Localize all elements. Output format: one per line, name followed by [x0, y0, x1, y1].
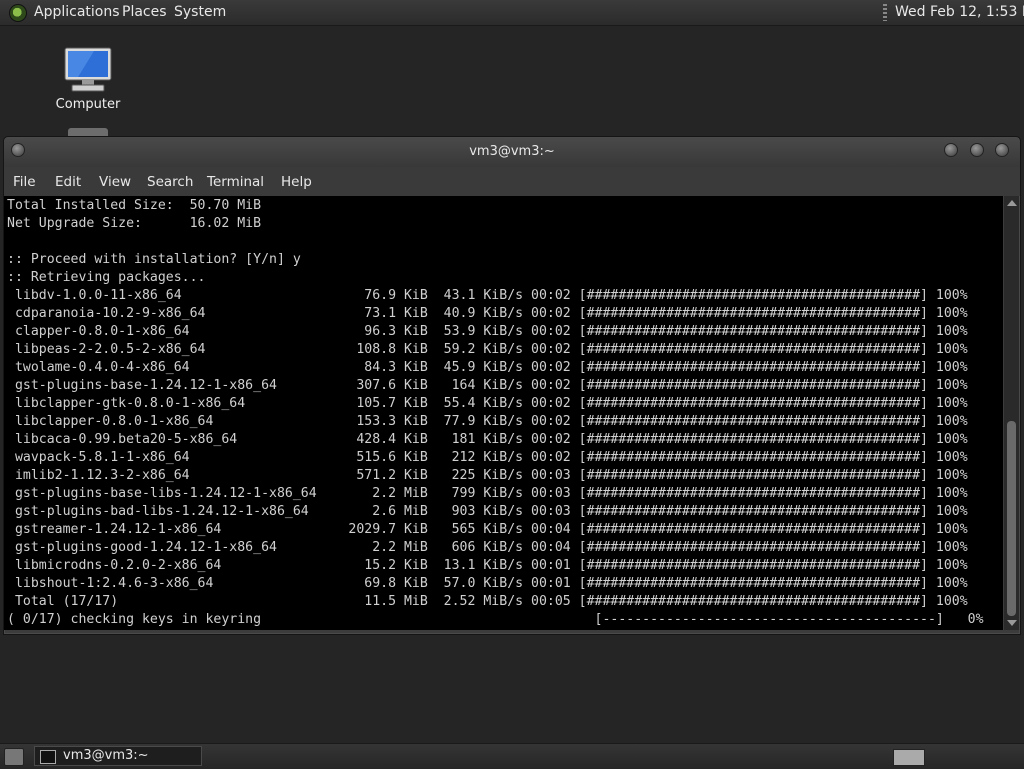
terminal-line: Total (17/17) 11.5 MiB 2.52 MiB/s 00:05 … [7, 594, 968, 609]
menu-terminal[interactable]: Terminal [207, 174, 264, 190]
terminal-line: ( 0/17) checking keys in keyring [------… [7, 612, 984, 627]
terminal-icon [40, 750, 56, 764]
terminal-line: gst-plugins-base-libs-1.24.12-1-x86_64 2… [7, 486, 968, 501]
terminal-line: libclapper-0.8.0-1-x86_64 153.3 KiB 77.9… [7, 414, 968, 429]
computer-icon[interactable] [64, 46, 112, 94]
terminal-window: vm3@vm3:~ File Edit View Search Terminal… [3, 136, 1021, 635]
terminal-screen[interactable]: Total Installed Size: 50.70 MiB Net Upgr… [4, 196, 1003, 630]
terminal-line: libclapper-gtk-0.8.0-1-x86_64 105.7 KiB … [7, 396, 968, 411]
distro-logo-icon[interactable] [9, 4, 27, 22]
terminal-line: gst-plugins-good-1.24.12-1-x86_64 2.2 Mi… [7, 540, 968, 555]
menu-edit[interactable]: Edit [55, 174, 81, 190]
scroll-down-arrow-icon[interactable] [1007, 620, 1017, 626]
terminal-line: libpeas-2-2.0.5-2-x86_64 108.8 KiB 59.2 … [7, 342, 968, 357]
taskbar-button-label: vm3@vm3:~ [63, 748, 149, 763]
terminal-line: wavpack-5.8.1-1-x86_64 515.6 KiB 212 KiB… [7, 450, 968, 465]
terminal-line: gst-plugins-bad-libs-1.24.12-1-x86_64 2.… [7, 504, 968, 519]
menu-help[interactable]: Help [281, 174, 312, 190]
top-panel: Applications Places System Wed Feb 12, 1… [0, 0, 1024, 26]
menu-file[interactable]: File [13, 174, 36, 190]
maximize-button[interactable] [970, 143, 984, 157]
terminal-scrollbar[interactable] [1004, 196, 1019, 630]
applications-menu[interactable]: Applications [34, 4, 120, 20]
terminal-line: gstreamer-1.24.12-1-x86_64 2029.7 KiB 56… [7, 522, 968, 537]
terminal-menubar: File Edit View Search Terminal Help [4, 167, 1020, 196]
scroll-up-arrow-icon[interactable] [1007, 200, 1017, 206]
bottom-panel: vm3@vm3:~ [0, 743, 1024, 769]
menu-search[interactable]: Search [147, 174, 193, 190]
terminal-line: cdparanoia-10.2-9-x86_64 73.1 KiB 40.9 K… [7, 306, 968, 321]
terminal-line: gst-plugins-base-1.24.12-1-x86_64 307.6 … [7, 378, 968, 393]
window-title: vm3@vm3:~ [469, 144, 555, 159]
show-desktop-icon[interactable] [4, 748, 24, 766]
terminal-line: :: Retrieving packages... [7, 270, 206, 285]
minimize-button[interactable] [944, 143, 958, 157]
clock[interactable]: Wed Feb 12, 1:53 PM [895, 4, 1024, 20]
workspace-switcher[interactable] [893, 749, 925, 766]
system-menu[interactable]: System [174, 4, 226, 20]
terminal-line: clapper-0.8.0-1-x86_64 96.3 KiB 53.9 KiB… [7, 324, 968, 339]
panel-separator [883, 4, 887, 21]
terminal-line: libdv-1.0.0-11-x86_64 76.9 KiB 43.1 KiB/… [7, 288, 968, 303]
terminal-line: libcaca-0.99.beta20-5-x86_64 428.4 KiB 1… [7, 432, 968, 447]
terminal-line: libmicrodns-0.2.0-2-x86_64 15.2 KiB 13.1… [7, 558, 968, 573]
menu-view[interactable]: View [99, 174, 131, 190]
terminal-line: Net Upgrade Size: 16.02 MiB [7, 216, 262, 231]
computer-icon-label[interactable]: Computer [40, 97, 136, 112]
scrollbar-thumb[interactable] [1007, 421, 1016, 616]
terminal-line: :: Proceed with installation? [Y/n] y [7, 252, 301, 267]
window-titlebar[interactable]: vm3@vm3:~ [4, 137, 1020, 167]
terminal-line: libshout-1:2.4.6-3-x86_64 69.8 KiB 57.0 … [7, 576, 968, 591]
terminal-line: imlib2-1.12.3-2-x86_64 571.2 KiB 225 KiB… [7, 468, 968, 483]
terminal-line: Total Installed Size: 50.70 MiB [7, 198, 262, 213]
terminal-output: Total Installed Size: 50.70 MiB Net Upgr… [7, 197, 984, 629]
terminal-line: twolame-0.4.0-4-x86_64 84.3 KiB 45.9 KiB… [7, 360, 968, 375]
places-menu[interactable]: Places [122, 4, 167, 20]
taskbar-button-terminal[interactable]: vm3@vm3:~ [34, 746, 202, 766]
close-button[interactable] [995, 143, 1009, 157]
